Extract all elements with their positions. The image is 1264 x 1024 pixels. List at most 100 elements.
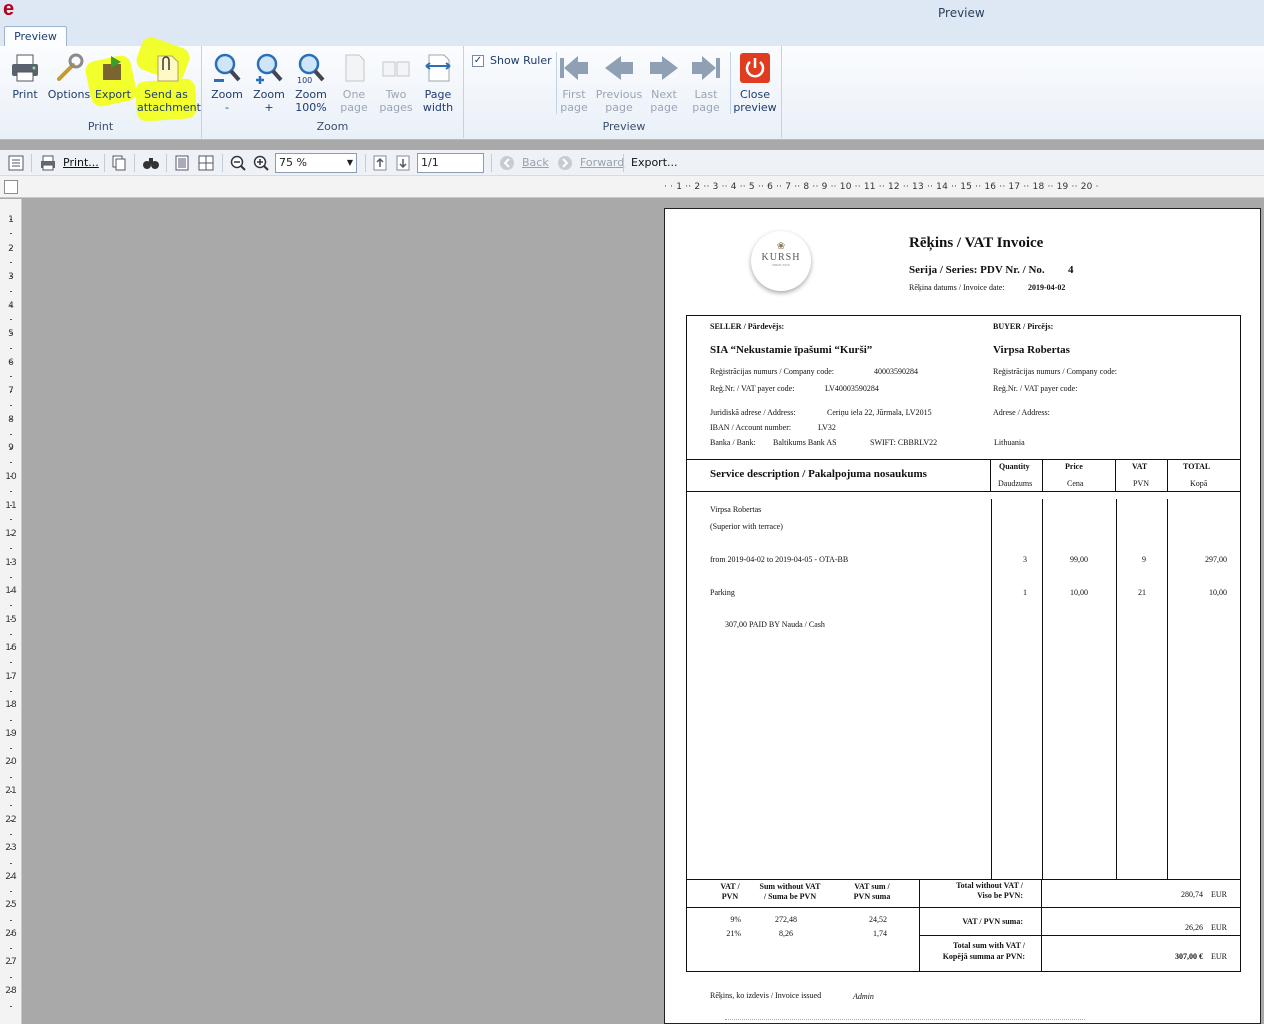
divider	[222, 154, 223, 172]
send-as-attachment-button[interactable]: Send as attachment	[137, 52, 201, 114]
divider	[919, 935, 1241, 936]
forward-link[interactable]: Forward	[580, 154, 624, 172]
ribbon-tab-strip: Preview	[0, 26, 1264, 47]
page-down-icon[interactable]	[394, 154, 412, 172]
column-subheader-quantity: Daudzums	[998, 479, 1033, 488]
two-pages-button[interactable]: Two pages	[374, 52, 418, 114]
item-vat: 21	[1138, 588, 1146, 597]
options-button[interactable]: Options	[47, 52, 91, 101]
column-header-description: Service description / Pakalpojuma nosauk…	[710, 468, 927, 480]
first-page-icon	[560, 56, 588, 80]
ruler-tick	[10, 1005, 12, 1007]
previous-page-button[interactable]: Previous page	[594, 52, 644, 114]
single-page-icon[interactable]	[173, 154, 191, 172]
item-price: 99,00	[1070, 555, 1088, 564]
ruler-tick	[10, 605, 12, 607]
zoom-in-button[interactable]: Zoom +	[247, 52, 291, 114]
item-total: 10,00	[1209, 588, 1227, 597]
back-link[interactable]: Back	[522, 154, 549, 172]
zoom-group: Zoom - Zoom + 100 Zoom 100% One page Two…	[202, 46, 464, 138]
ruler-label: 19	[5, 728, 17, 739]
column-subheader-price: Cena	[1067, 479, 1084, 488]
ruler-tick	[10, 862, 12, 864]
ruler-label: 15	[5, 614, 17, 625]
window-title: Preview	[938, 6, 985, 20]
show-ruler-checkbox[interactable]: ✓	[472, 55, 484, 67]
last-page-icon	[692, 56, 720, 80]
zoom-out-icon[interactable]	[229, 154, 247, 172]
ruler-label: 24	[5, 871, 17, 882]
ruler-tick	[10, 547, 12, 549]
next-page-button[interactable]: Next page	[642, 52, 686, 114]
export-link[interactable]: Export...	[631, 154, 678, 172]
last-page-button[interactable]: Last page	[684, 52, 728, 114]
ruler-tick	[10, 576, 12, 578]
first-page-button[interactable]: First page	[552, 52, 596, 114]
vat-total: 26,26	[1185, 923, 1203, 932]
ruler-tick	[10, 404, 12, 406]
item-vat: 9	[1142, 555, 1146, 564]
divider	[1167, 499, 1168, 879]
vat-rate-header: VAT / PVN	[720, 882, 740, 901]
find-binoculars-icon[interactable]	[142, 154, 160, 172]
page-width-button[interactable]: Page width	[416, 52, 460, 114]
ruler-label: 21	[5, 786, 17, 796]
print-button[interactable]: Print	[3, 52, 47, 101]
seller-bank: Baltikums Bank AS	[773, 438, 837, 447]
two-pages-icon	[382, 61, 410, 77]
copy-icon[interactable]	[110, 154, 128, 172]
one-page-button[interactable]: One page	[332, 52, 376, 114]
ruler-label: 12	[5, 529, 17, 540]
divider	[990, 459, 991, 492]
zoom-in-icon[interactable]	[252, 154, 270, 172]
ruler-tick	[10, 891, 12, 893]
seller-vat-label: Reģ.Nr. / VAT payer code:	[710, 384, 795, 393]
zoom-select[interactable]: 75 % ▼	[275, 153, 357, 173]
title-bar: e Preview	[0, 0, 1264, 26]
zoom-100-icon: 100	[297, 53, 325, 84]
svg-text:100: 100	[297, 76, 312, 84]
zoom-100-button[interactable]: 100 Zoom 100%	[289, 52, 333, 114]
invoice-number: 4	[1068, 264, 1074, 276]
ruler-label: 27	[5, 957, 17, 968]
print-group-label: Print	[87, 120, 114, 133]
ruler-label: 14	[5, 586, 17, 597]
printer-icon[interactable]	[39, 154, 57, 172]
ruler-tick	[10, 633, 12, 635]
printer-icon	[12, 54, 38, 82]
divider	[31, 154, 32, 172]
back-arrow-icon[interactable]	[498, 154, 516, 172]
logo-subtext: SINCE 2015	[772, 263, 790, 267]
seller-vat: LV40003590284	[825, 384, 879, 393]
export-button[interactable]: Export	[91, 52, 135, 101]
ruler-label: 1	[8, 215, 14, 225]
buyer-reg-label: Reģistrācijas numurs / Company code:	[993, 367, 1117, 376]
vat-sum-header: VAT sum / PVN suma	[853, 882, 891, 901]
app-logo-icon: e	[3, 0, 15, 20]
ruler-label: 26	[5, 928, 17, 939]
print-group: Print Options Export Send as attachment …	[0, 46, 202, 138]
ruler-tick	[10, 662, 12, 664]
vertical-ruler: 1 2 3 4 5 6 7 8 9 10 11 12 13 14 15 16 17 18 19 20 21 22 23 24 2…	[0, 199, 22, 1024]
ruler-tick	[10, 719, 12, 721]
company-logo: ❀ KURSH SINCE 2015	[751, 231, 811, 291]
divider	[919, 907, 1241, 908]
ruler-label: 10	[5, 471, 17, 482]
multi-page-icon[interactable]	[197, 154, 215, 172]
close-preview-button[interactable]: Close preview	[732, 52, 778, 114]
ruler-label: 13	[5, 557, 17, 568]
document-map-icon[interactable]	[7, 154, 25, 172]
ruler-tick	[10, 519, 12, 521]
ruler-label: 4	[8, 300, 14, 311]
zoom-out-button[interactable]: Zoom -	[205, 52, 249, 114]
forward-arrow-icon[interactable]	[556, 154, 574, 172]
page-up-icon[interactable]	[371, 154, 389, 172]
total-with-vat-label: Total sum with VAT / Kopējā summa ar PVN:	[942, 941, 1025, 961]
ruler-tick	[10, 376, 12, 378]
print-link[interactable]: Print...	[63, 154, 99, 172]
tab-preview[interactable]: Preview	[4, 26, 67, 47]
export-icon	[103, 56, 121, 80]
page-number-input[interactable]: 1/1	[417, 153, 484, 173]
buyer-heading: BUYER / Pircējs:	[993, 322, 1054, 331]
column-subheader-vat: PVN	[1133, 479, 1150, 488]
